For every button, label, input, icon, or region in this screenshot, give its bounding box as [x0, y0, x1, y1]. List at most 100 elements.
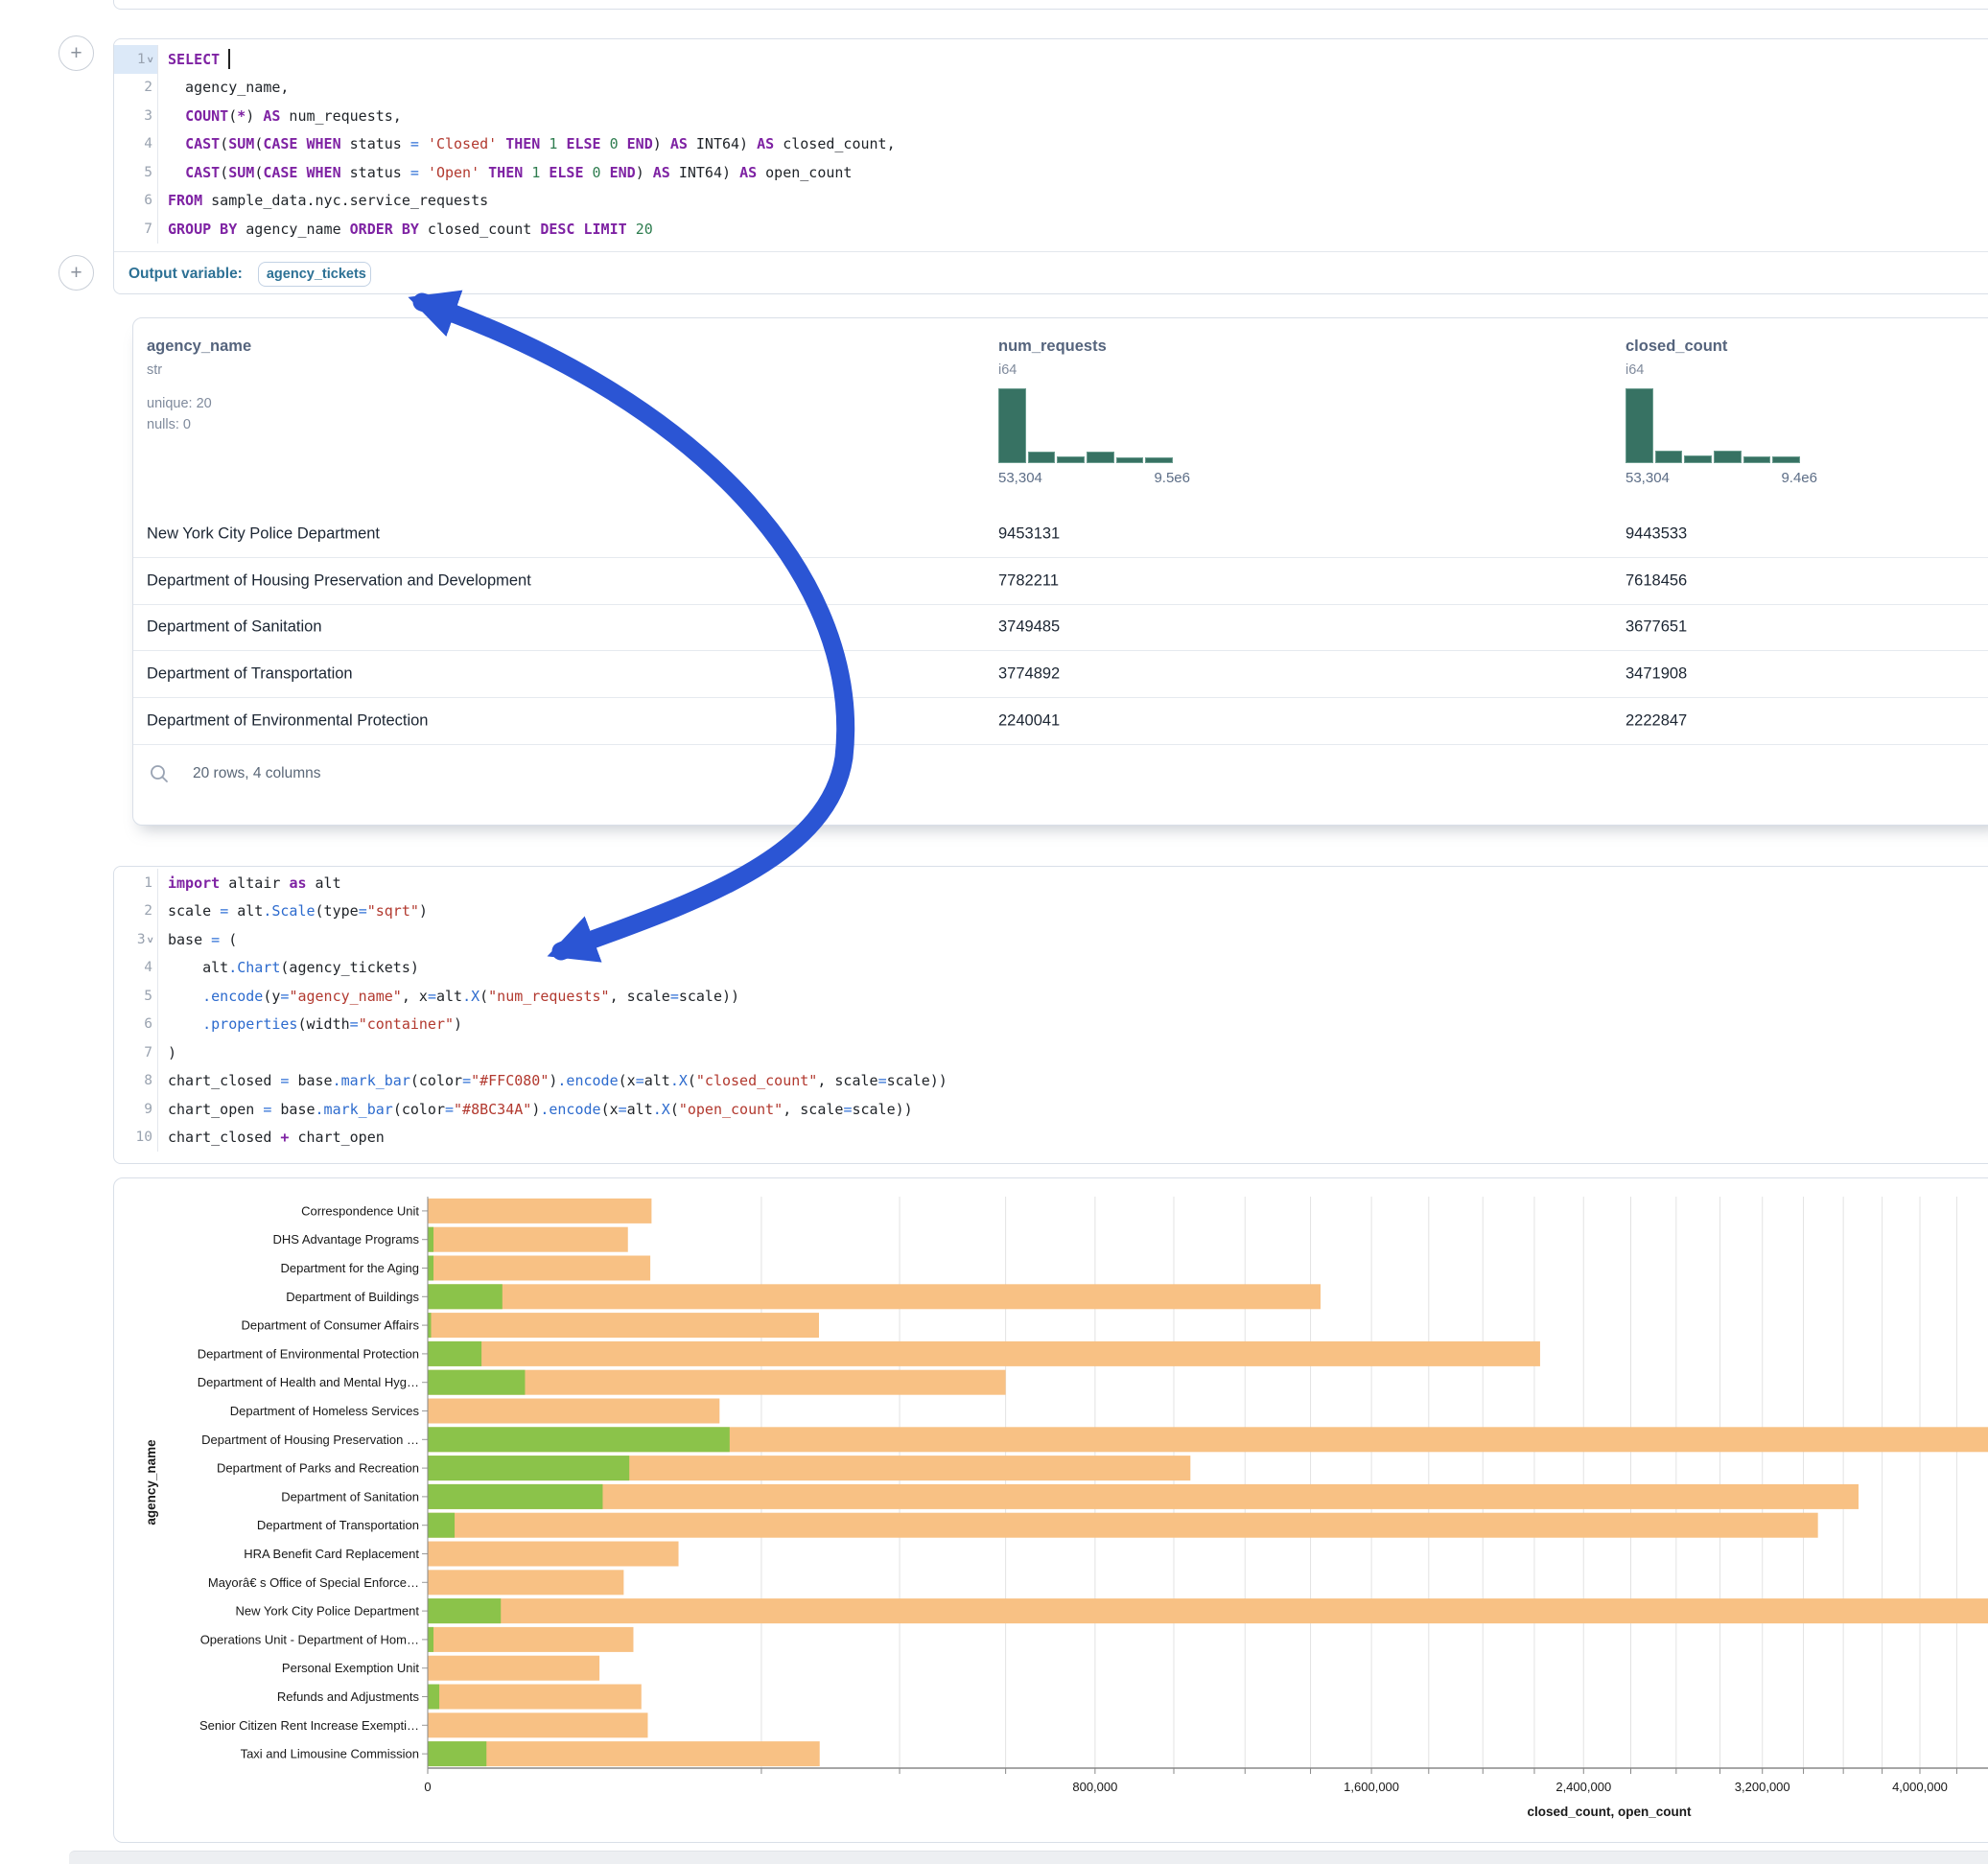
histogram-bar — [1772, 456, 1800, 463]
table-cell: 3749485 — [998, 618, 1060, 637]
table-cell: 2240041 — [998, 712, 1060, 731]
row-count-label: 20 rows, 4 columns — [193, 765, 321, 782]
table-cell: New York City Police Department — [147, 524, 380, 543]
code-line[interactable]: 4 CAST(SUM(CASE WHEN status = 'Closed' T… — [114, 130, 1988, 159]
code-line[interactable]: 10chart_closed + chart_open — [114, 1124, 1988, 1153]
fold-chevron-icon[interactable]: ∨ — [146, 56, 153, 65]
line-number: 1∨ — [114, 45, 157, 74]
column-stat-nulls: nulls: 0 — [147, 414, 251, 435]
code-line[interactable]: 6 .properties(width="container") — [114, 1011, 1988, 1039]
output-variable-pill[interactable]: agency_tickets — [258, 262, 371, 287]
line-number: 2 — [114, 897, 157, 926]
column-header-agency-name[interactable]: agency_name str unique: 20 nulls: 0 — [147, 338, 251, 435]
code-line[interactable]: 2 agency_name, — [114, 74, 1988, 103]
code-line[interactable]: 7GROUP BY agency_name ORDER BY closed_co… — [114, 215, 1988, 244]
column-histogram — [1625, 386, 1800, 463]
column-name: num_requests — [998, 338, 1190, 356]
histogram-max-label: 9.4e6 — [1781, 470, 1817, 486]
column-header-closed-count[interactable]: closed_count i64 53,304 9.4e6 — [1625, 338, 1817, 486]
search-icon[interactable] — [149, 763, 170, 784]
column-stat-unique: unique: 20 — [147, 393, 251, 414]
code-line[interactable]: 1∨SELECT — [114, 45, 1988, 74]
table-cell: 3471908 — [1625, 665, 1687, 684]
result-table: agency_name str unique: 20 nulls: 0 num_… — [132, 317, 1988, 826]
code-line[interactable]: 8chart_closed = base.mark_bar(color="#FF… — [114, 1067, 1988, 1096]
table-footer: 20 rows, 4 columns — [133, 745, 1988, 803]
output-variable-row: Output variable: agency_tickets — [114, 251, 1988, 295]
line-number: 2 — [114, 74, 157, 103]
histogram-bar — [998, 388, 1026, 463]
code-line[interactable]: 2scale = alt.Scale(type="sqrt") — [114, 897, 1988, 926]
table-row[interactable]: Department of Sanitation 3749485 3677651 — [133, 605, 1988, 652]
column-name: closed_count — [1625, 338, 1817, 356]
line-number: 1 — [114, 869, 157, 897]
line-number: 10 — [114, 1124, 157, 1153]
code-line[interactable]: 7) — [114, 1038, 1988, 1067]
sql-cell: 1∨SELECT 2 agency_name,3 COUNT(*) AS num… — [113, 38, 1988, 294]
line-number: 7 — [114, 1038, 157, 1067]
table-cell: 2222847 — [1625, 712, 1687, 731]
code-line[interactable]: 5 .encode(y="agency_name", x=alt.X("num_… — [114, 982, 1988, 1011]
code-line[interactable]: 3∨base = ( — [114, 925, 1988, 954]
table-cell: Department of Transportation — [147, 665, 353, 684]
column-histogram — [998, 386, 1173, 463]
histogram-min-label: 53,304 — [1625, 470, 1670, 486]
table-cell: 9443533 — [1625, 524, 1687, 543]
histogram-max-label: 9.5e6 — [1154, 470, 1190, 486]
line-number: 5 — [114, 982, 157, 1011]
table-cell: 3774892 — [998, 665, 1060, 684]
histogram-bar — [1714, 451, 1742, 463]
histogram-bar — [1625, 388, 1653, 463]
add-cell-button[interactable]: + — [58, 255, 94, 291]
table-row[interactable]: Department of Environmental Protection22… — [133, 698, 1988, 745]
code-line[interactable]: 9chart_open = base.mark_bar(color="#8BC3… — [114, 1095, 1988, 1124]
histogram-bar — [1057, 456, 1085, 463]
table-cell: 7618456 — [1625, 571, 1687, 590]
histogram-bar — [1684, 455, 1712, 463]
table-cell: 3677651 — [1625, 618, 1687, 637]
table-row[interactable]: Department of Housing Preservation and D… — [133, 558, 1988, 605]
histogram-bar — [1655, 451, 1683, 463]
column-type: str — [147, 362, 251, 378]
python-editor[interactable]: 1import altair as alt2scale = alt.Scale(… — [114, 867, 1988, 1159]
histogram-bar — [1028, 452, 1056, 463]
code-line[interactable]: 3 COUNT(*) AS num_requests, — [114, 102, 1988, 130]
text-cursor — [228, 49, 230, 69]
column-type: i64 — [1625, 362, 1817, 378]
table-cell: Department of Sanitation — [147, 618, 322, 637]
code-line[interactable]: 6FROM sample_data.nyc.service_requests — [114, 187, 1988, 216]
add-cell-button[interactable]: + — [58, 35, 94, 71]
histogram-bar — [1087, 452, 1114, 463]
code-line[interactable]: 1import altair as alt — [114, 869, 1988, 897]
code-line[interactable]: 5 CAST(SUM(CASE WHEN status = 'Open' THE… — [114, 158, 1988, 187]
line-number: 4 — [114, 130, 157, 159]
chart-output-cell — [113, 1177, 1988, 1843]
histogram-bar — [1116, 457, 1144, 463]
code-line[interactable]: 4 alt.Chart(agency_tickets) — [114, 954, 1988, 983]
line-number: 9 — [114, 1095, 157, 1124]
column-header-num-requests[interactable]: num_requests i64 53,304 9.5e6 — [998, 338, 1190, 486]
line-number: 5 — [114, 158, 157, 187]
column-name: agency_name — [147, 338, 251, 356]
line-number: 7 — [114, 215, 157, 244]
fold-chevron-icon[interactable]: ∨ — [146, 936, 153, 945]
line-number: 6 — [114, 187, 157, 216]
histogram-min-label: 53,304 — [998, 470, 1042, 486]
line-number: 4 — [114, 954, 157, 983]
viewport-bottom-strip — [69, 1851, 1988, 1864]
column-type: i64 — [998, 362, 1190, 378]
histogram-bar — [1743, 456, 1771, 463]
table-cell: Department of Housing Preservation and D… — [147, 571, 531, 590]
table-row[interactable]: New York City Police Department 9453131 94… — [133, 511, 1988, 558]
previous-cell-edge — [113, 0, 1988, 10]
line-number: 6 — [114, 1011, 157, 1039]
table-cell: 7782211 — [998, 571, 1059, 590]
table-cell: 9453131 — [998, 524, 1060, 543]
table-row[interactable]: Department of Transportation 3774892 34719… — [133, 651, 1988, 698]
histogram-bar — [1145, 457, 1173, 463]
python-cell: 1import altair as alt2scale = alt.Scale(… — [113, 866, 1988, 1164]
sql-editor[interactable]: 1∨SELECT 2 agency_name,3 COUNT(*) AS num… — [114, 39, 1988, 251]
table-body: New York City Police Department 9453131 94… — [133, 511, 1988, 745]
line-number: 3∨ — [114, 925, 157, 954]
line-number: 3 — [114, 102, 157, 130]
